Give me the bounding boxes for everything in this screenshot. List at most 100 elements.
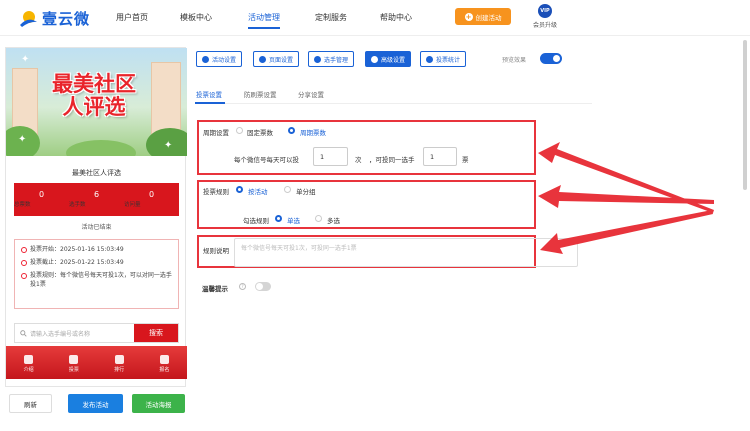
sparkle-icon: ✦ xyxy=(18,134,27,145)
info-start-time: 投票开始：2025-01-16 15:03:49 xyxy=(30,246,124,253)
option-single-select[interactable]: 单选 xyxy=(287,215,300,225)
toolbar-label: 选手管理 xyxy=(324,56,349,64)
cycle-settings-label: 周期设置 xyxy=(203,129,229,137)
clock-icon xyxy=(21,246,27,253)
tab-label: 排行 xyxy=(114,367,125,373)
radio-single-select[interactable] xyxy=(275,215,282,222)
arrow-icon xyxy=(538,185,714,208)
info-row: 投票开始：2025-01-16 15:03:49 xyxy=(21,245,172,254)
radio-by-activity[interactable] xyxy=(236,186,243,193)
book-icon xyxy=(24,355,34,364)
votes-same-player-input[interactable]: 1 xyxy=(423,147,457,166)
stat-value: 6 xyxy=(93,190,100,199)
stats-bar: 0 总票数 6 选手数 0 访问量 xyxy=(14,183,179,216)
advanced-settings-button[interactable]: 高级设置 xyxy=(365,51,412,67)
help-icon[interactable]: ? xyxy=(239,283,246,290)
annotation-arrows xyxy=(538,142,714,254)
logo-icon xyxy=(20,10,37,27)
stat-label: 选手数 xyxy=(69,202,86,208)
tab-share-settings[interactable]: 分享设置 xyxy=(298,89,324,99)
nav-custom-service[interactable]: 定制服务 xyxy=(315,12,347,23)
search-input[interactable]: 请输入选手编号或名称 xyxy=(15,324,134,342)
nav-help-center[interactable]: 帮助中心 xyxy=(380,12,412,23)
create-activity-button[interactable]: + 创建活动 xyxy=(455,8,511,25)
stat-total-votes: 0 总票数 xyxy=(14,183,69,216)
banner-title: 最美社区 人评选 xyxy=(34,73,154,119)
publish-activity-button[interactable]: 发布活动 xyxy=(68,394,123,413)
radio-multi-select[interactable] xyxy=(315,215,322,222)
banner-title-line1: 最美社区 xyxy=(52,72,136,96)
mobile-preview-panel: ✦ ✦ ✦ 最美社区 人评选 最美社区人评选 0 总票数 6 选手数 0 访问量… xyxy=(5,47,187,387)
check-rule-label: 勾选规则 xyxy=(243,217,269,225)
refresh-button[interactable]: 刷新 xyxy=(9,394,52,413)
info-row: 投票截止：2025-01-22 15:03:49 xyxy=(21,258,172,267)
vip-upgrade[interactable]: VIP 会员升级 xyxy=(533,4,557,29)
sparkle-icon: ✦ xyxy=(164,140,173,151)
vote-rule-label: 投票规则 xyxy=(203,188,229,196)
activity-settings-button[interactable]: 活动设置 xyxy=(196,51,243,67)
activity-poster-button[interactable]: 活动海报 xyxy=(132,394,185,413)
info-end-time: 投票截止：2025-01-22 15:03:49 xyxy=(30,259,124,266)
nav-user-home[interactable]: 用户首页 xyxy=(116,12,148,23)
toolbar-label: 页面设置 xyxy=(269,56,294,64)
vote-statistics-button[interactable]: 投票统计 xyxy=(420,51,467,67)
option-multi-select[interactable]: 多选 xyxy=(327,215,340,225)
option-fixed-votes[interactable]: 固定票数 xyxy=(247,127,273,137)
clock-icon xyxy=(21,272,27,279)
option-by-activity[interactable]: 按活动 xyxy=(248,186,268,196)
tab-intro[interactable]: 介绍 xyxy=(6,346,51,379)
rule-description-textarea[interactable]: 每个微信号每天可投1次，可投同一选手1票 xyxy=(234,238,578,267)
activity-banner: ✦ ✦ ✦ 最美社区 人评选 xyxy=(6,48,187,156)
toolbar-label: 投票统计 xyxy=(436,56,461,64)
warm-tip-toggle[interactable] xyxy=(255,282,271,291)
page-scrollbar[interactable] xyxy=(743,40,747,190)
stat-label: 访问量 xyxy=(124,202,141,208)
tab-anti-fraud-settings[interactable]: 防刷票设置 xyxy=(244,89,277,99)
option-single-group[interactable]: 单分组 xyxy=(296,186,316,196)
page-settings-button[interactable]: 页面设置 xyxy=(253,51,300,67)
search-button[interactable]: 搜索 xyxy=(134,324,178,342)
page-icon xyxy=(259,55,266,63)
clock-icon xyxy=(21,259,27,266)
nav-activity-management[interactable]: 活动管理 xyxy=(248,12,280,23)
nav-template-center[interactable]: 模板中心 xyxy=(180,12,212,23)
search-icon xyxy=(20,329,27,337)
edit-icon xyxy=(159,355,169,364)
same-player-prefix: ，可投同一选手 xyxy=(369,156,415,164)
player-management-button[interactable]: 选手管理 xyxy=(308,51,355,67)
radio-single-group[interactable] xyxy=(284,186,291,193)
tab-label: 报名 xyxy=(159,367,170,373)
tab-vote-settings[interactable]: 投票设置 xyxy=(196,89,222,99)
option-cycle-votes[interactable]: 周期票数 xyxy=(300,127,326,137)
activity-status: 活动已结束 xyxy=(81,224,112,231)
stat-visits: 0 访问量 xyxy=(124,183,179,216)
tab-label: 介绍 xyxy=(23,367,34,373)
brand-logo[interactable]: 壹云微 xyxy=(18,8,90,29)
logo-text: 壹云微 xyxy=(42,10,91,28)
tab-signup[interactable]: 报名 xyxy=(142,346,187,379)
home-icon xyxy=(69,355,79,364)
sliders-icon xyxy=(371,55,378,63)
vip-label: 会员升级 xyxy=(533,22,558,29)
radio-fixed-votes[interactable] xyxy=(236,127,243,134)
votes-per-day-input[interactable]: 1 xyxy=(313,147,348,166)
info-vote-rule: 投票规则：每个微信号每天可投1次，可以对同一选手投1票 xyxy=(30,272,172,288)
bush xyxy=(66,140,136,156)
banner-title-line2: 人评选 xyxy=(62,95,126,119)
search-placeholder: 请输入选手编号或名称 xyxy=(30,330,91,338)
create-activity-label: 创建活动 xyxy=(475,13,502,22)
gear-icon xyxy=(202,55,209,63)
rule-description-label: 规则说明 xyxy=(203,247,229,255)
tab-vote[interactable]: 投票 xyxy=(51,346,96,379)
sparkle-icon: ✦ xyxy=(21,54,30,65)
subtab-divider xyxy=(195,103,592,104)
tab-ranking[interactable]: 排行 xyxy=(97,346,142,379)
tab-label: 投票 xyxy=(68,367,79,373)
mobile-bottom-tabs: 介绍 投票 排行 报名 xyxy=(6,346,187,379)
preview-toggle[interactable] xyxy=(540,53,562,64)
radio-cycle-votes[interactable] xyxy=(288,127,295,134)
stat-value: 0 xyxy=(38,190,45,199)
activity-info-box: 投票开始：2025-01-16 15:03:49 投票截止：2025-01-22… xyxy=(14,239,179,309)
player-search: 请输入选手编号或名称 搜索 xyxy=(14,323,179,343)
arrow-icon xyxy=(540,210,713,254)
